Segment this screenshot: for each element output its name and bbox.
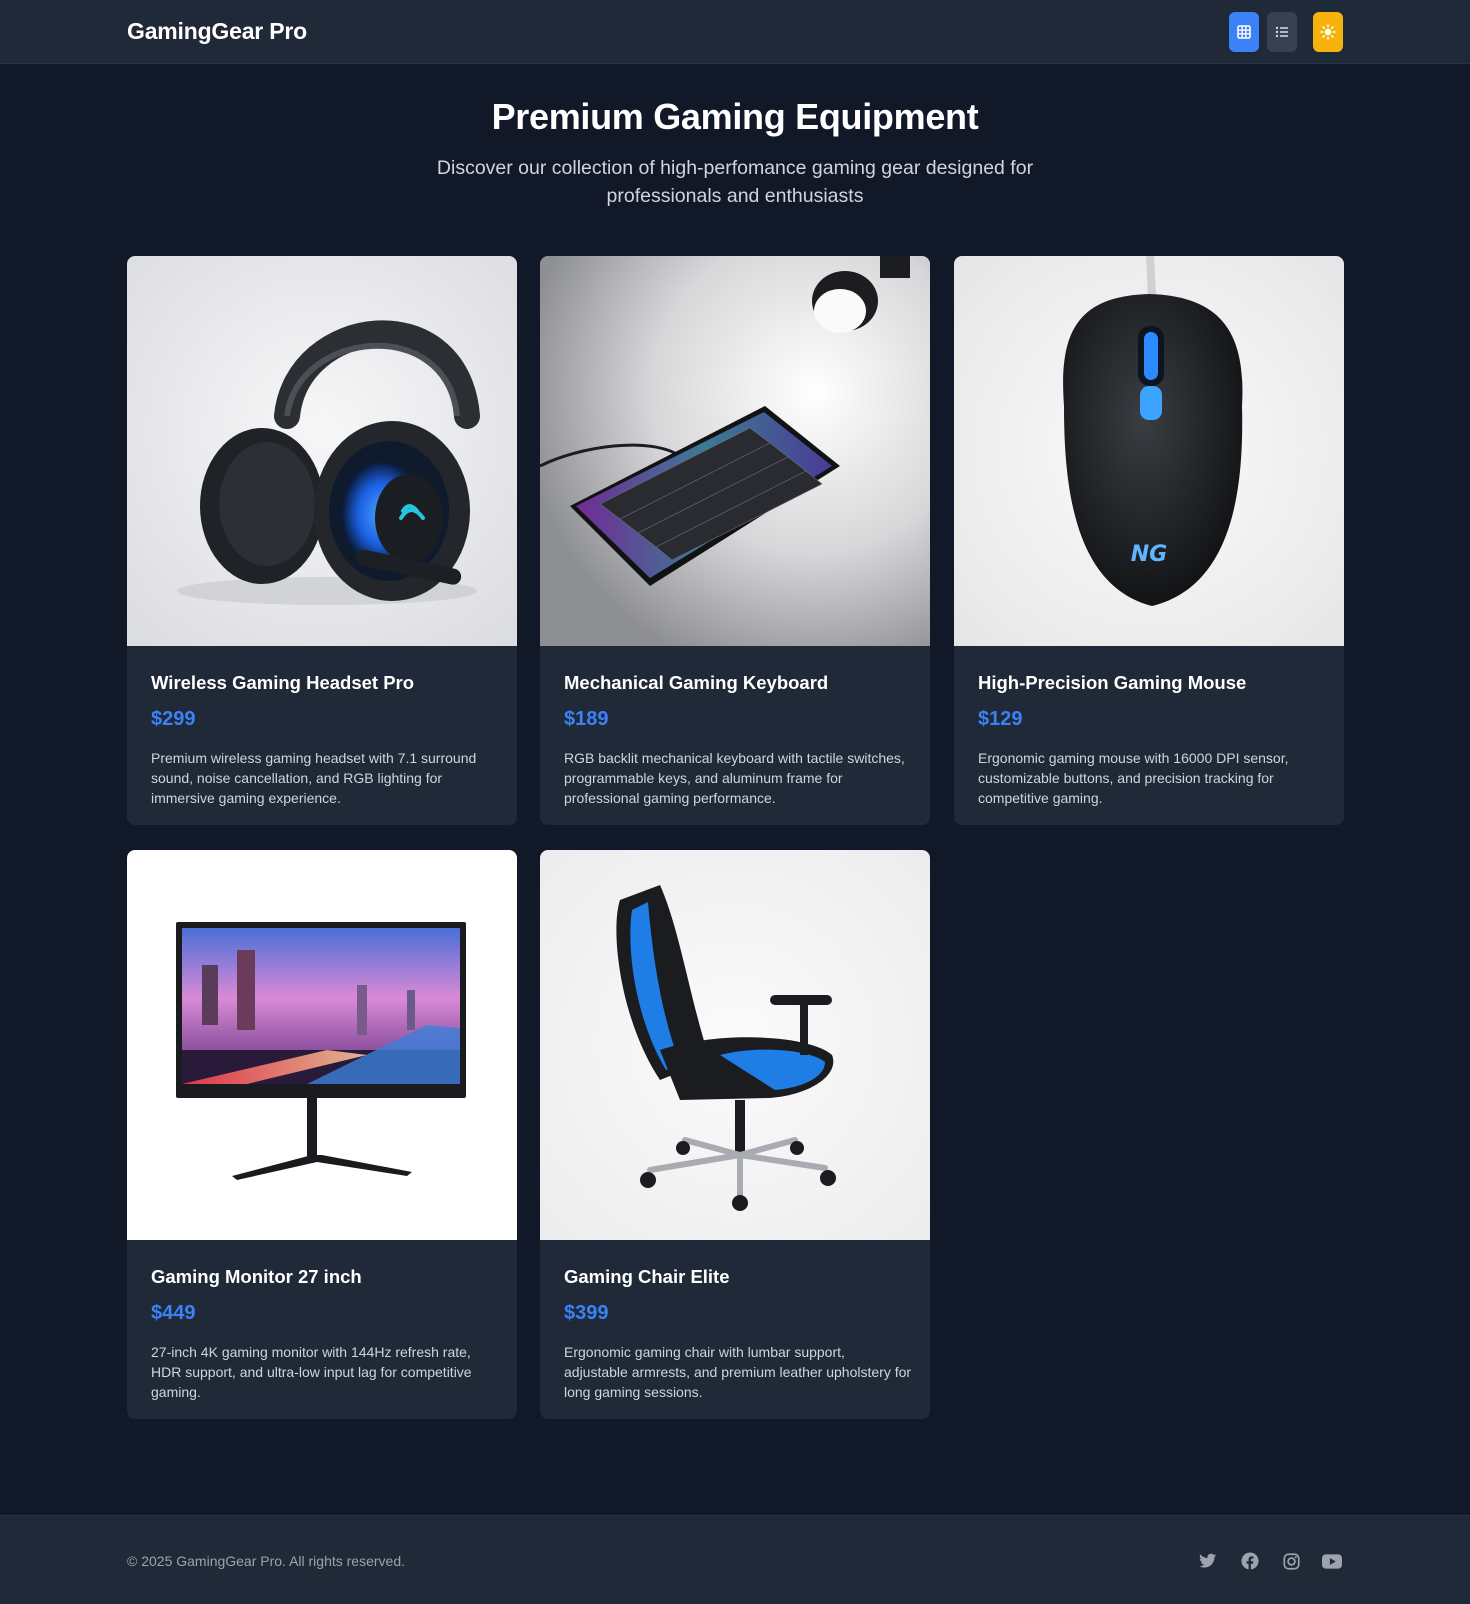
facebook-icon <box>1241 1552 1259 1570</box>
product-description: Premium wireless gaming headset with 7.1… <box>151 750 477 806</box>
product-price: $129 <box>978 708 1023 730</box>
grid-view-button[interactable] <box>1229 12 1259 52</box>
product-image-mouse[interactable]: NG <box>954 256 1344 646</box>
product-card[interactable]: Mechanical Gaming Keyboard $189 RGB back… <box>540 256 930 825</box>
product-card[interactable]: Gaming Chair Elite $399 Ergonomic gaming… <box>540 850 930 1419</box>
page-subtitle: Discover our collection of high-perfoman… <box>436 157 1034 207</box>
product-name[interactable]: Wireless Gaming Headset Pro <box>151 672 501 694</box>
product-image-headset[interactable] <box>127 256 517 646</box>
list-view-button[interactable] <box>1267 12 1297 52</box>
product-price: $299 <box>151 708 196 730</box>
twitter-icon <box>1199 1553 1217 1568</box>
twitter-link[interactable] <box>1197 1550 1219 1572</box>
top-navbar: GamingGear Pro <box>0 0 1470 64</box>
theme-toggle-button[interactable] <box>1313 12 1343 52</box>
product-card[interactable]: Gaming Monitor 27 inch $449 27-inch 4K g… <box>127 850 517 1419</box>
copyright-text: © 2025 GamingGear Pro. All rights reserv… <box>127 1553 405 1569</box>
product-description: RGB backlit mechanical keyboard with tac… <box>564 750 905 806</box>
instagram-link[interactable] <box>1280 1550 1302 1572</box>
product-description: Ergonomic gaming mouse with 16000 DPI se… <box>978 750 1289 806</box>
product-price: $189 <box>564 708 609 730</box>
product-card[interactable]: NG High-Precision Gaming Mouse $129 Ergo… <box>954 256 1344 825</box>
product-price: $449 <box>151 1302 196 1324</box>
page-title: Premium Gaming Equipment <box>491 96 979 137</box>
product-price: $399 <box>564 1302 609 1324</box>
youtube-icon <box>1322 1553 1342 1569</box>
brand-logo[interactable]: GamingGear Pro <box>127 18 307 45</box>
product-image-monitor[interactable] <box>127 850 517 1240</box>
facebook-link[interactable] <box>1239 1550 1261 1572</box>
product-name[interactable]: Mechanical Gaming Keyboard <box>564 672 914 694</box>
instagram-icon <box>1282 1552 1300 1570</box>
product-name[interactable]: Gaming Monitor 27 inch <box>151 1266 501 1288</box>
list-icon <box>1275 26 1288 38</box>
grid-icon <box>1237 25 1251 39</box>
product-name[interactable]: Gaming Chair Elite <box>564 1266 914 1288</box>
product-image-keyboard[interactable] <box>540 256 930 646</box>
product-image-chair[interactable] <box>540 850 930 1240</box>
youtube-link[interactable] <box>1321 1550 1343 1572</box>
product-description: Ergonomic gaming chair with lumbar suppo… <box>564 1344 912 1400</box>
product-name[interactable]: High-Precision Gaming Mouse <box>978 672 1328 694</box>
product-description: 27-inch 4K gaming monitor with 144Hz ref… <box>151 1344 472 1400</box>
page-footer: © 2025 GamingGear Pro. All rights reserv… <box>0 1515 1470 1604</box>
product-card[interactable]: Wireless Gaming Headset Pro $299 Premium… <box>127 256 517 825</box>
sun-icon <box>1320 24 1336 40</box>
svg-text:NG: NG <box>1131 542 1167 567</box>
